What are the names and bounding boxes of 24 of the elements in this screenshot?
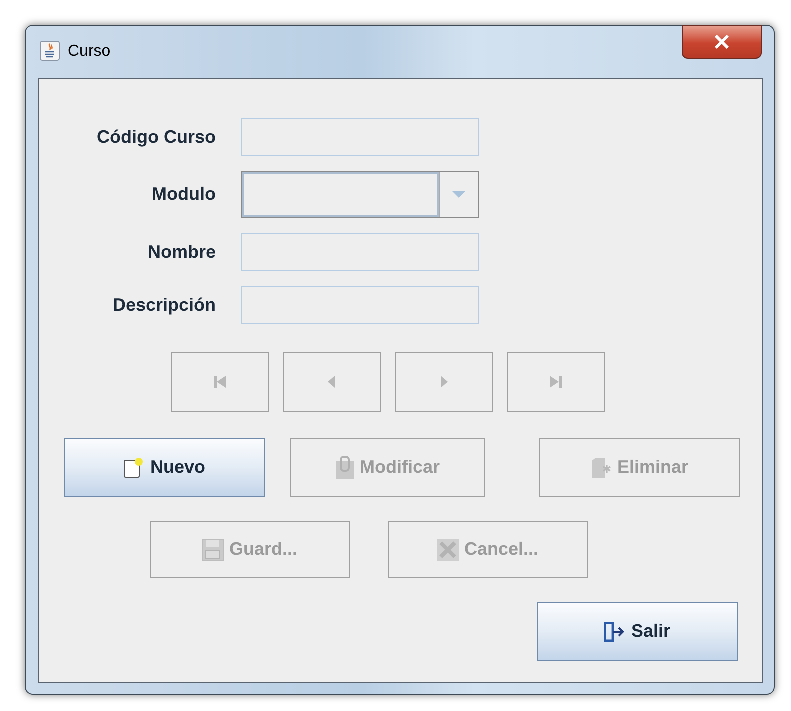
field-label: Modulo: [151, 184, 216, 205]
module-dropdown[interactable]: [241, 171, 479, 218]
field-label: Descripción: [112, 294, 216, 316]
document-asterisk-icon: [590, 456, 612, 478]
prev-arrow-icon: [326, 376, 338, 388]
action-button[interactable]: Nuevo: [64, 438, 265, 497]
first-arrow-icon: [214, 376, 226, 388]
document-icon: [123, 456, 146, 478]
field-label: Nombre: [146, 242, 216, 262]
dropdown-arrow-icon: [452, 190, 466, 198]
app-icon: [40, 41, 60, 61]
window-title: Curso: [68, 43, 111, 61]
close-button[interactable]: [682, 25, 762, 59]
next-arrow-icon: [438, 376, 450, 388]
action-button[interactable]: Salir: [537, 602, 738, 661]
cross-icon: [437, 538, 460, 560]
input-field[interactable]: [241, 233, 479, 271]
close-icon: [714, 35, 730, 49]
clipboard-icon: [334, 456, 355, 480]
field-label: Código Curso: [96, 126, 216, 148]
input-field[interactable]: [241, 118, 479, 156]
input-field[interactable]: [241, 286, 479, 324]
door-arrow-icon: [604, 622, 626, 642]
last-arrow-icon: [550, 376, 562, 388]
